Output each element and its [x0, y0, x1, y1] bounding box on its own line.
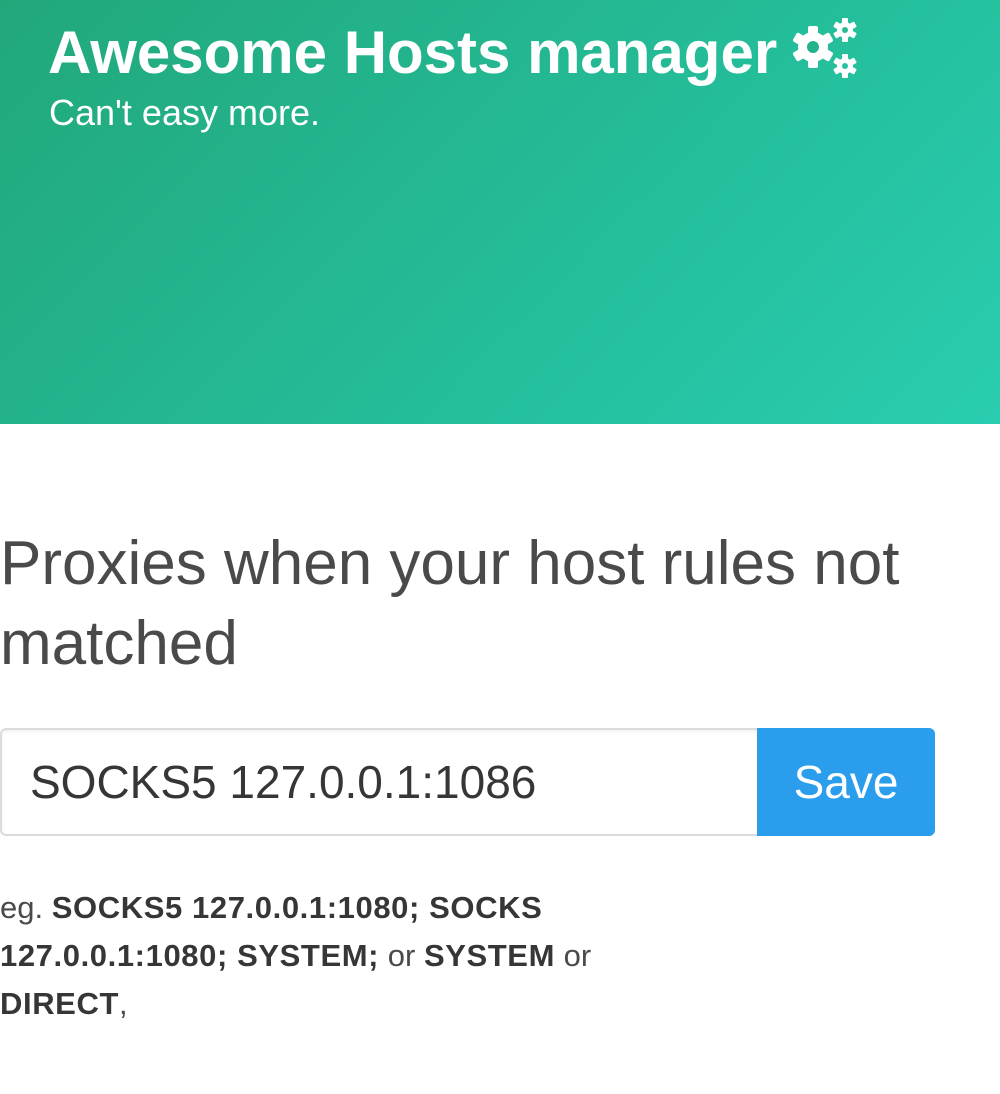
help-prefix: eg.	[0, 890, 44, 925]
proxy-section-heading: Proxies when your host rules not matched	[0, 529, 900, 678]
page-title: Awesome Hosts manager	[48, 18, 861, 88]
proxy-form: Save	[0, 728, 935, 836]
help-example-3: DIRECT	[0, 986, 119, 1021]
proxy-input[interactable]	[0, 728, 757, 836]
gears-icon	[793, 18, 857, 78]
help-or-1: or	[387, 938, 416, 973]
help-suffix: ,	[119, 986, 128, 1021]
hero-banner: Awesome Hosts manager Can't easy more.	[0, 0, 1000, 424]
help-example-2: SYSTEM	[423, 938, 556, 973]
page-subtitle: Can't easy more.	[49, 92, 320, 133]
app-title-text: Awesome Hosts manager	[48, 19, 778, 86]
proxy-help-text: eg. SOCKS5 127.0.0.1:1080; SOCKS 127.0.0…	[0, 884, 660, 1028]
help-or-2: or	[563, 938, 592, 973]
save-button[interactable]: Save	[757, 728, 935, 836]
